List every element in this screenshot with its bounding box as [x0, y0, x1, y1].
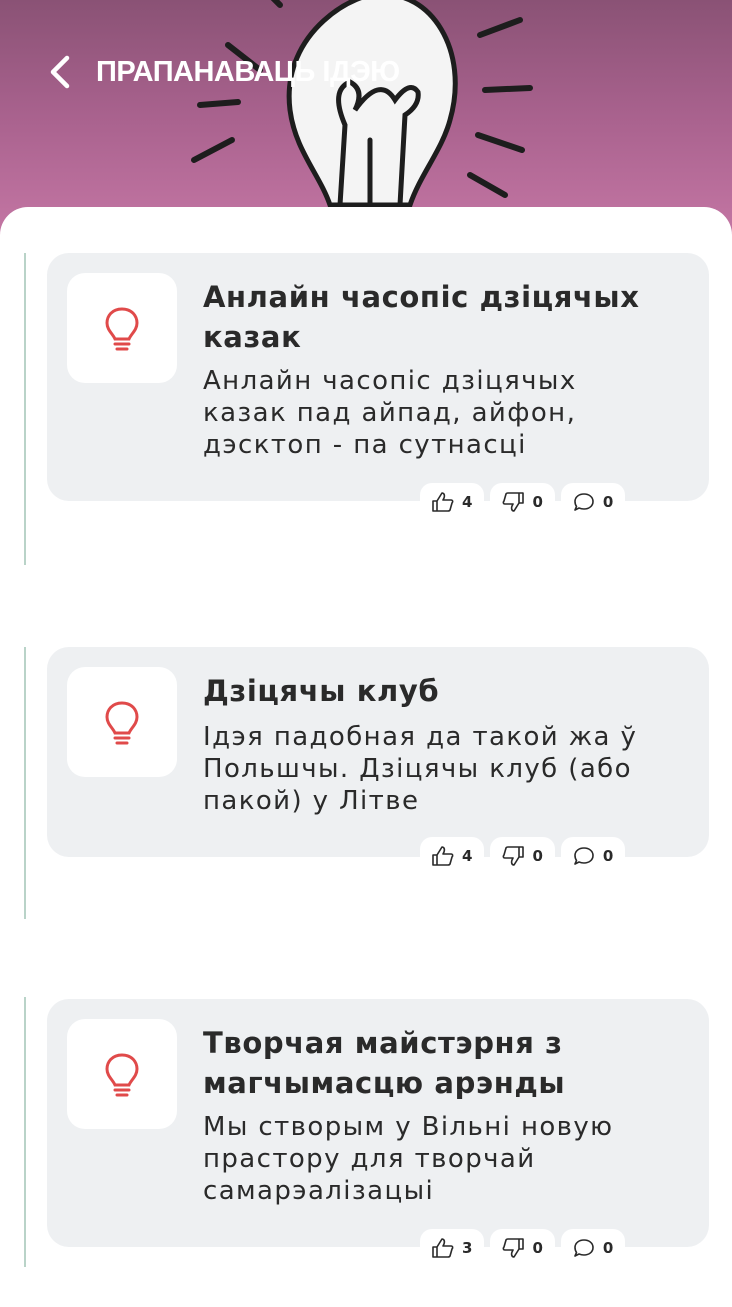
lightbulb-illustration [191, 0, 533, 208]
dislike-count: 0 [532, 847, 543, 865]
comments-button[interactable]: 0 [560, 483, 626, 521]
idea-stats: 3 0 0 [420, 1229, 626, 1267]
idea-card[interactable]: Творчая майстэрня з магчымасцю арэнды Мы… [47, 999, 709, 1247]
chevron-left-icon [50, 55, 70, 89]
ideas-list-sheet: Анлайн часопіс дзіцячых казак Анлайн час… [0, 207, 732, 1307]
dislike-button[interactable]: 0 [490, 1229, 555, 1267]
lightbulb-icon [105, 1053, 139, 1097]
idea-description: Мы створым у Вільні новую прастору для т… [203, 1112, 614, 1206]
dislike-count: 0 [532, 1239, 543, 1257]
idea-description: Ідэя падобная да такой жа ў Польшчы. Дзі… [203, 722, 638, 816]
comment-count: 0 [602, 493, 614, 511]
like-button[interactable]: 4 [420, 483, 485, 521]
page-title: ПРАПАНАВАЦЬ ІДЭЮ [96, 56, 400, 88]
back-button[interactable] [40, 52, 80, 92]
thumbs-down-icon [502, 492, 525, 512]
like-count: 4 [462, 493, 473, 511]
thumbs-down-icon [502, 846, 525, 866]
comment-count: 0 [602, 847, 614, 865]
like-button[interactable]: 4 [420, 837, 485, 875]
idea-description: Анлайн часопіс дзіцячых казак пад айпад,… [203, 366, 577, 460]
dislike-button[interactable]: 0 [490, 483, 555, 521]
lightbulb-icon [105, 701, 139, 745]
timeline-line [24, 253, 26, 565]
comment-icon [574, 1239, 594, 1257]
idea-card[interactable]: Дзіцячы клуб Ідэя падобная да такой жа ў… [47, 647, 709, 857]
idea-stats: 4 0 0 [420, 483, 626, 521]
idea-icon-box [67, 667, 177, 777]
dislike-count: 0 [532, 493, 543, 511]
idea-title: Анлайн часопіс дзіцячых казак [203, 280, 640, 354]
like-count: 4 [462, 847, 473, 865]
comment-icon [574, 493, 594, 511]
dislike-button[interactable]: 0 [490, 837, 555, 875]
comments-button[interactable]: 0 [560, 837, 626, 875]
idea-icon-box [67, 1019, 177, 1129]
comment-count: 0 [602, 1239, 614, 1257]
lightbulb-icon [105, 307, 139, 351]
like-count: 3 [462, 1239, 473, 1257]
timeline-line [24, 647, 26, 919]
idea-icon-box [67, 273, 177, 383]
comment-icon [574, 847, 594, 865]
comments-button[interactable]: 0 [560, 1229, 626, 1267]
thumbs-up-icon [432, 1238, 454, 1258]
idea-title: Творчая майстэрня з магчымасцю арэнды [203, 1026, 566, 1100]
idea-title: Дзіцячы клуб [203, 674, 440, 708]
thumbs-up-icon [432, 846, 454, 866]
thumbs-up-icon [432, 492, 454, 512]
like-button[interactable]: 3 [420, 1229, 485, 1267]
thumbs-down-icon [502, 1238, 525, 1258]
idea-stats: 4 0 0 [420, 837, 626, 875]
timeline-line [24, 997, 26, 1267]
idea-card[interactable]: Анлайн часопіс дзіцячых казак Анлайн час… [47, 253, 709, 501]
